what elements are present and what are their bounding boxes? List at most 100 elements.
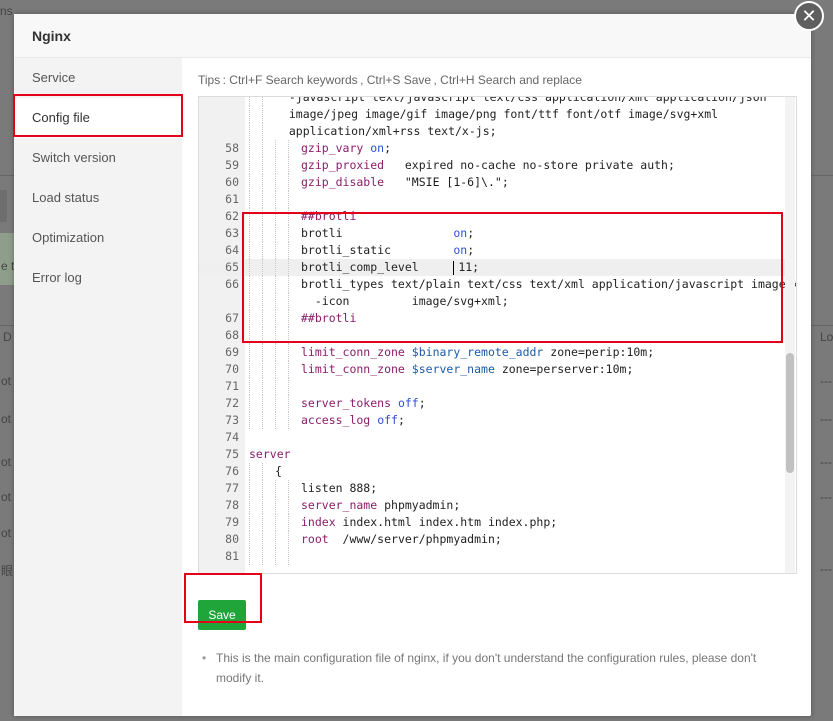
code-token: phpmyadmin;: [377, 498, 461, 512]
code-token: zone=perserver:10m;: [494, 362, 634, 376]
indent-guide: [249, 548, 262, 565]
editor-scrollbar-thumb[interactable]: [786, 353, 794, 473]
code-line[interactable]: 75 server: [199, 446, 787, 463]
indent-guide: [262, 97, 275, 106]
code-line[interactable]: 60 gzip_disable "MSIE [1-6]\.";: [199, 174, 787, 191]
code-lines[interactable]: -javascript text/javascript text/css app…: [199, 97, 796, 565]
indent-guide: [262, 140, 275, 157]
code-token: 11;: [458, 260, 480, 274]
indent-guide: [288, 497, 301, 514]
settings-sidebar: Service Config file Switch version Load …: [14, 58, 182, 716]
code-line[interactable]: 67 ##brotli: [199, 310, 787, 327]
line-number: 65: [225, 260, 239, 274]
indent-guide: [262, 514, 275, 531]
code-line[interactable]: -javascript text/javascript text/css app…: [199, 97, 787, 106]
code-token: ;: [501, 175, 509, 189]
indent-guide: [262, 344, 275, 361]
line-code: brotli on;: [249, 225, 474, 242]
code-line[interactable]: 78 server_name phpmyadmin;: [199, 497, 787, 514]
line-number: 72: [225, 396, 239, 410]
indent-guide: [275, 225, 288, 242]
code-line[interactable]: 81: [199, 548, 787, 565]
code-token: ##brotli: [301, 311, 357, 325]
indent-guide: [249, 106, 262, 123]
background-text: ---: [820, 374, 832, 388]
code-line[interactable]: 77 listen 888;: [199, 480, 787, 497]
code-token: "MSIE [1-6]\.": [404, 175, 502, 189]
indent-guide: [262, 259, 275, 276]
code-token: server_name: [301, 498, 378, 512]
code-token: index.html index.htm index.php;: [335, 515, 558, 529]
code-line[interactable]: 71: [199, 378, 787, 395]
code-line[interactable]: 59 gzip_proxied expired no-cache no-store…: [199, 157, 787, 174]
indent-guide: [262, 310, 275, 327]
line-code: listen 888;: [249, 480, 377, 497]
line-number: 59: [225, 158, 239, 172]
nginx-settings-dialog: Nginx Service Config file Switch version…: [14, 14, 811, 716]
indent-guide: [288, 191, 301, 208]
code-line[interactable]: 62 ##brotli: [199, 208, 787, 225]
editor-scrollbar[interactable]: [785, 97, 795, 573]
indent-guide: [288, 531, 301, 548]
line-code: -icon image/svg+xml;: [249, 293, 509, 310]
code-token: -icon image/svg+xml;: [301, 294, 509, 308]
line-number: 61: [225, 192, 239, 206]
code-line[interactable]: 73 access_log off;: [199, 412, 787, 429]
code-token: ;: [397, 413, 405, 427]
indent-guide: [262, 480, 275, 497]
indent-guide: [275, 157, 288, 174]
line-number: 80: [225, 532, 239, 546]
code-line[interactable]: 58 gzip_vary on;: [199, 140, 787, 157]
code-token: {: [275, 464, 282, 478]
save-button[interactable]: Save: [198, 600, 246, 630]
line-code: access_log off;: [249, 412, 405, 429]
code-line[interactable]: 65 brotli_comp_level 11;: [199, 259, 787, 276]
indent-guide: [275, 497, 288, 514]
nav-item-switch-version[interactable]: Switch version: [14, 138, 182, 178]
indent-guide: [262, 327, 275, 344]
code-line[interactable]: -icon image/svg+xml;: [199, 293, 787, 310]
indent-guide: [249, 361, 262, 378]
line-number: 62: [225, 209, 239, 223]
code-line[interactable]: 80 root /www/server/phpmyadmin;: [199, 531, 787, 548]
close-icon[interactable]: ✕: [794, 1, 824, 31]
code-line[interactable]: 70 limit_conn_zone $server_name zone=pers…: [199, 361, 787, 378]
line-number: 70: [225, 362, 239, 376]
line-code: [249, 548, 301, 565]
indent-guide: [275, 344, 288, 361]
code-token: zone=perip:10m;: [543, 345, 655, 359]
code-line[interactable]: 69 limit_conn_zone $binary_remote_addr zo…: [199, 344, 787, 361]
nav-item-config-file[interactable]: Config file: [14, 98, 182, 138]
code-token: gzip_disable: [301, 175, 385, 189]
config-editor[interactable]: -javascript text/javascript text/css app…: [198, 96, 797, 574]
line-number: 63: [225, 226, 239, 240]
code-line[interactable]: 68: [199, 327, 787, 344]
line-number: 69: [225, 345, 239, 359]
code-line[interactable]: 66 brotli_types text/plain text/css text/…: [199, 276, 796, 293]
code-line[interactable]: 72 server_tokens off;: [199, 395, 787, 412]
line-number: 73: [225, 413, 239, 427]
indent-guide: [262, 463, 275, 480]
indent-guide: [275, 276, 288, 293]
code-token: brotli_types text/plain text/css text/xm…: [301, 277, 797, 291]
indent-guide: [249, 191, 262, 208]
nav-item-load-status[interactable]: Load status: [14, 178, 182, 218]
nav-item-error-log[interactable]: Error log: [14, 258, 182, 298]
indent-guide: [262, 412, 275, 429]
dialog-title: Nginx: [14, 14, 811, 58]
indent-guide: [262, 242, 275, 259]
code-line[interactable]: 76 {: [199, 463, 787, 480]
code-line[interactable]: image/jpeg image/gif image/png font/ttf …: [199, 106, 787, 123]
code-line[interactable]: application/xml+rss text/x-js;: [199, 123, 787, 140]
nav-item-service[interactable]: Service: [14, 58, 182, 98]
indent-guide: [262, 123, 275, 140]
nav-item-optimization[interactable]: Optimization: [14, 218, 182, 258]
code-line[interactable]: 79 index index.html index.htm index.php;: [199, 514, 787, 531]
indent-guide: [275, 310, 288, 327]
code-line[interactable]: 61: [199, 191, 787, 208]
code-line[interactable]: 64 brotli_static on;: [199, 242, 787, 259]
indent-guide: [288, 480, 301, 497]
text-cursor: [453, 260, 455, 275]
code-line[interactable]: 63 brotli on;: [199, 225, 787, 242]
code-line[interactable]: 74: [199, 429, 787, 446]
